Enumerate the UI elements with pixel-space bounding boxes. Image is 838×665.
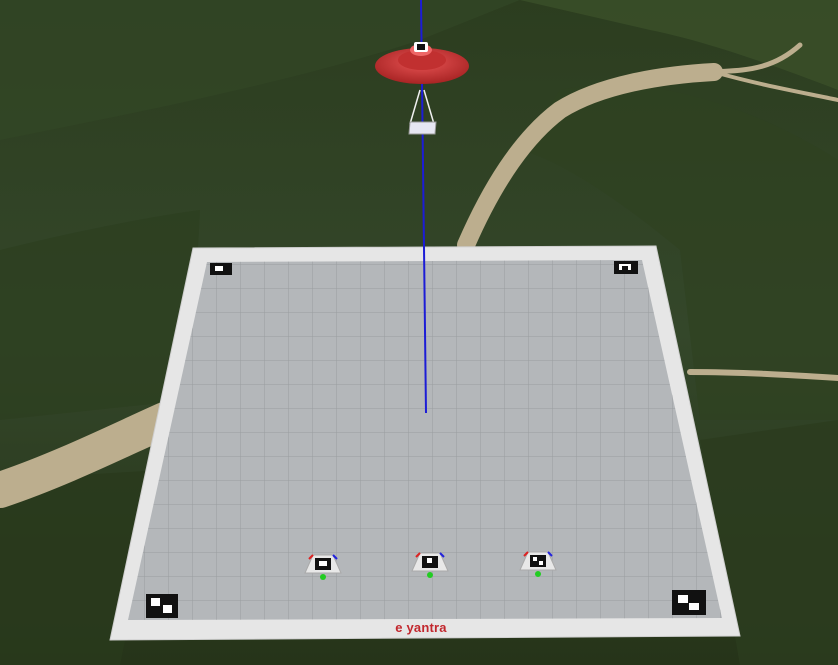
aruco-marker-top-left bbox=[210, 263, 232, 275]
aruco-marker-bottom-left bbox=[146, 594, 178, 618]
eyantra-logo: e yantra bbox=[395, 620, 447, 635]
aruco-marker-bottom-right bbox=[672, 590, 706, 615]
simulation-viewport bbox=[0, 0, 838, 665]
aruco-marker-top-right bbox=[614, 261, 638, 274]
